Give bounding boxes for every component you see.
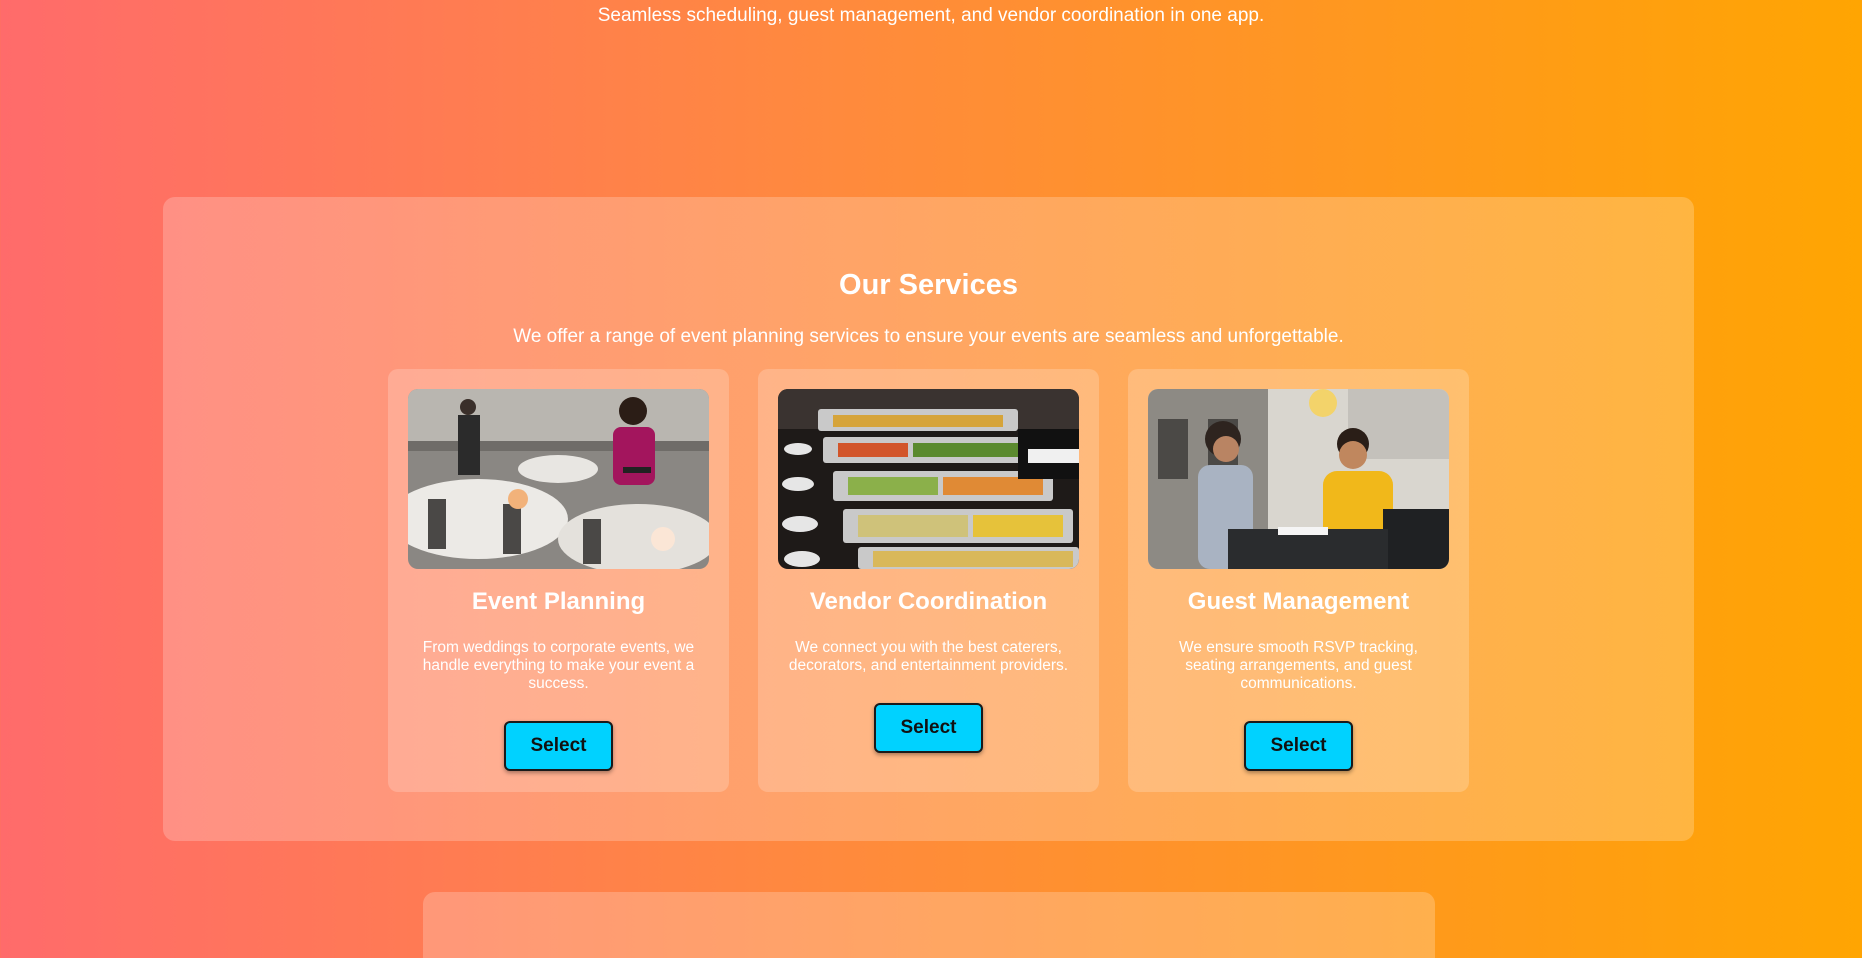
services-description: We offer a range of event planning servi… — [513, 326, 1344, 347]
card-title: Guest Management — [1187, 588, 1410, 615]
guest-meeting-photo — [1148, 389, 1449, 569]
service-card-guest-management: Guest Management We ensure smooth RSVP t… — [1128, 369, 1469, 792]
select-guest-management-button[interactable]: Select — [1244, 721, 1353, 771]
select-vendor-coordination-button[interactable]: Select — [874, 703, 983, 753]
service-card-event-planning: Event Planning From weddings to corporat… — [388, 369, 729, 792]
banquet-hall-photo — [408, 389, 709, 569]
card-title: Event Planning — [471, 588, 646, 615]
select-event-planning-button[interactable]: Select — [504, 721, 613, 771]
service-card-vendor-coordination: Vendor Coordination We connect you with … — [758, 369, 1099, 792]
catering-buffet-photo — [778, 389, 1079, 569]
services-title: Our Services — [839, 269, 1018, 301]
services-section: Our Services We offer a range of event p… — [163, 197, 1694, 841]
hero-subtitle: Seamless scheduling, guest management, a… — [597, 5, 1265, 26]
card-title: Vendor Coordination — [809, 588, 1048, 615]
card-description: We connect you with the best caterers, d… — [788, 639, 1069, 674]
next-section-panel — [423, 892, 1435, 958]
card-description: From weddings to corporate events, we ha… — [422, 639, 695, 692]
card-description: We ensure smooth RSVP tracking, seating … — [1179, 639, 1418, 692]
